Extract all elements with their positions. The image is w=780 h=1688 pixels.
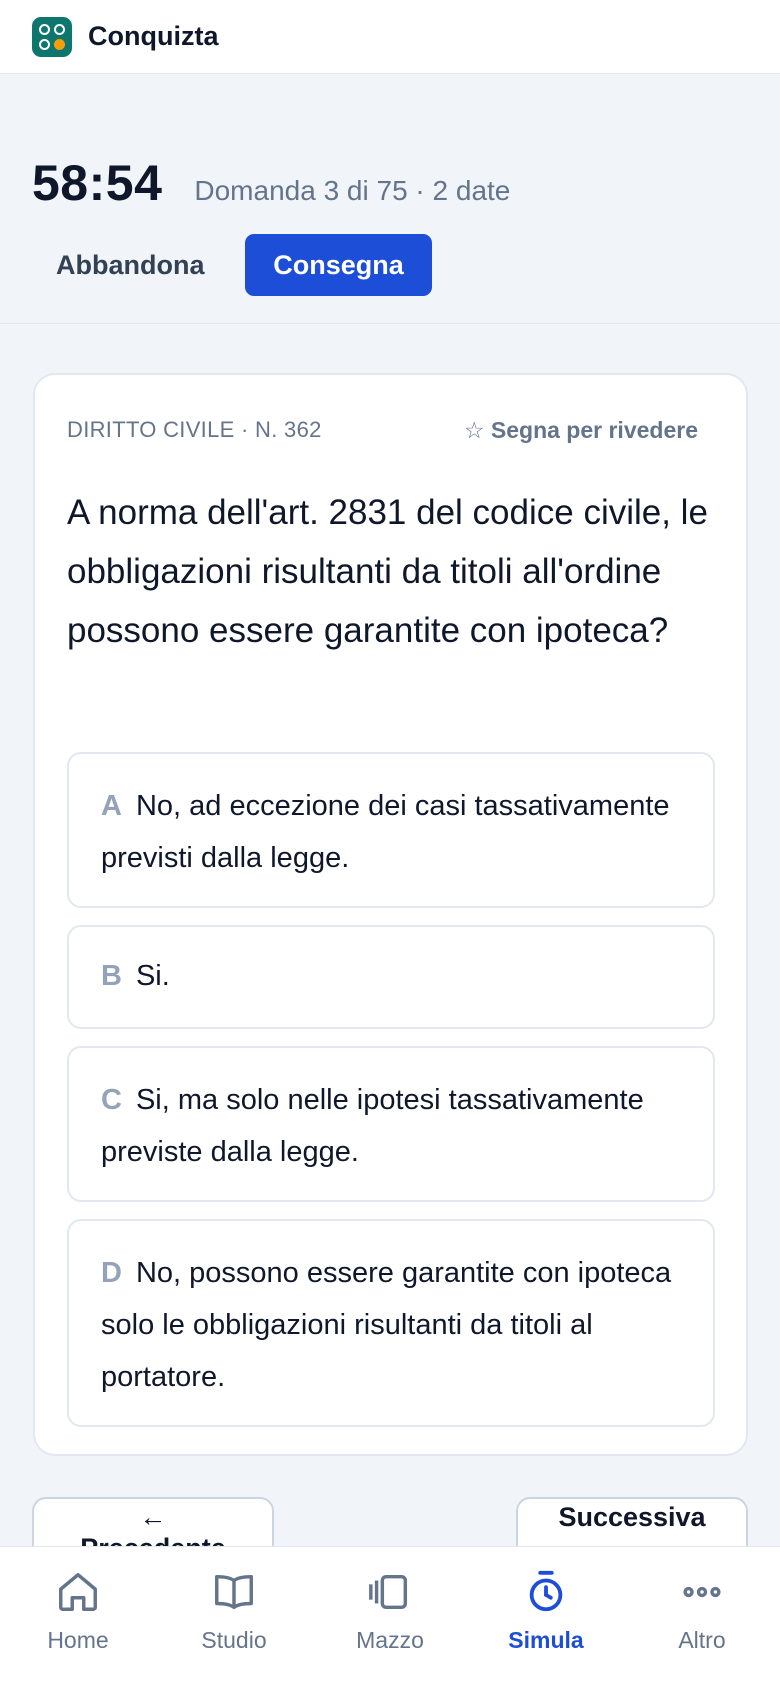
exam-header: 58:54 Domanda 3 di 75 · 2 date Abbandona… bbox=[0, 74, 780, 324]
option-text: No, ad eccezione dei casi tassativamente… bbox=[101, 790, 670, 874]
nav-tab-home[interactable]: Home bbox=[0, 1547, 156, 1688]
option-letter: C bbox=[101, 1084, 122, 1116]
submit-button[interactable]: Consegna bbox=[245, 234, 432, 296]
nav-tab-label: Mazzo bbox=[356, 1627, 424, 1653]
option-text: Si, ma solo nelle ipotesi tassativamente… bbox=[101, 1084, 644, 1168]
home-icon bbox=[59, 1573, 97, 1611]
abandon-button[interactable]: Abbandona bbox=[32, 234, 229, 296]
question-progress: Domanda 3 di 75 · 2 date bbox=[194, 175, 511, 206]
app-name: Conquizta bbox=[88, 21, 219, 51]
nav-tab-mazzo[interactable]: Mazzo bbox=[312, 1547, 468, 1688]
cards-icon bbox=[369, 1574, 408, 1610]
app-logo-icon bbox=[32, 16, 72, 57]
option-text: No, possono essere garantite con ipoteca… bbox=[101, 1257, 672, 1393]
option-letter: A bbox=[101, 790, 122, 822]
nav-tab-label: Studio bbox=[201, 1627, 267, 1653]
nav-tab-label: Home bbox=[47, 1627, 109, 1653]
question-text: A norma dell'art. 2831 del codice civile… bbox=[67, 493, 708, 650]
answer-option-b[interactable]: B Si. bbox=[67, 925, 715, 1029]
answer-option-c[interactable]: C Si, ma solo nelle ipotesi tassativament… bbox=[67, 1046, 715, 1202]
nav-tab-simula[interactable]: Simula bbox=[468, 1547, 624, 1688]
option-text: Si. bbox=[135, 960, 170, 992]
mark-for-review-button[interactable]: ☆ Segna per rivedere bbox=[464, 417, 698, 444]
timer-row: 58:54 Domanda 3 di 75 · 2 date bbox=[32, 154, 510, 212]
more-icon bbox=[683, 1586, 721, 1598]
nav-tab-label: Simula bbox=[508, 1627, 584, 1653]
countdown-timer: 58:54 bbox=[32, 155, 163, 211]
answer-option-a[interactable]: A No, ad eccezione dei casi tassativament… bbox=[67, 752, 715, 908]
question-meta: DIRITTO CIVILE · N. 362 bbox=[67, 417, 322, 442]
timer-icon bbox=[529, 1570, 563, 1612]
option-letter: B bbox=[101, 960, 122, 992]
top-app-bar: Conquizta bbox=[0, 0, 780, 74]
nav-tab-studio[interactable]: Studio bbox=[156, 1547, 312, 1688]
nav-tab-label: Altro bbox=[678, 1627, 726, 1653]
question-card: DIRITTO CIVILE · N. 362 ☆ Segna per rive… bbox=[33, 373, 748, 1456]
bottom-navigation: Home Studio Mazzo Simula Altro bbox=[0, 1546, 780, 1688]
answer-option-d[interactable]: D No, possono essere garantite con ipotec… bbox=[67, 1219, 715, 1427]
nav-tab-altro[interactable]: Altro bbox=[624, 1547, 780, 1688]
book-icon bbox=[215, 1574, 253, 1610]
option-letter: D bbox=[101, 1257, 122, 1289]
